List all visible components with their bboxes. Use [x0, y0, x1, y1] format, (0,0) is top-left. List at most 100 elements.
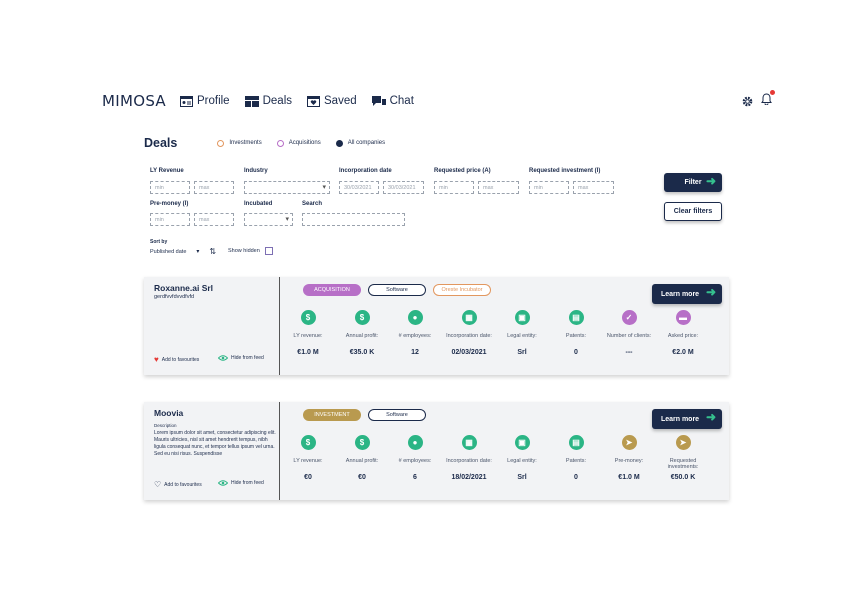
company-subtitle: gerdfvvfdvvdfvfd: [154, 294, 195, 300]
ly-revenue-min-input[interactable]: min: [150, 181, 190, 194]
metric-label: Legal entity:: [507, 458, 537, 464]
metric-value: 6: [413, 474, 417, 481]
people-icon: ●: [407, 310, 423, 325]
requested-price-min-input[interactable]: min: [434, 181, 474, 194]
nav-chat[interactable]: Chat: [371, 95, 414, 107]
metric-label: Incorporation date:: [446, 458, 492, 464]
sort-select[interactable]: Published date ▾ ⇅: [150, 247, 216, 256]
pre-money-min-input[interactable]: min: [150, 213, 190, 226]
clear-filters-button[interactable]: Clear filters: [664, 202, 722, 221]
nav-saved-label: Saved: [324, 95, 357, 107]
learn-more-button[interactable]: Learn more ➜: [652, 284, 722, 304]
learn-more-button[interactable]: Learn more ➜: [652, 409, 722, 429]
incubator-tag: Oreste Incubator: [433, 284, 491, 296]
notifications[interactable]: [761, 90, 775, 110]
brand-logo[interactable]: MIMOSA: [102, 92, 166, 110]
company-name[interactable]: Roxanne.ai Srl: [154, 283, 213, 293]
incubated-select[interactable]: [244, 213, 293, 226]
requested-investment-max-input[interactable]: max: [573, 181, 614, 194]
metric-value: €2.0 M: [672, 349, 694, 356]
nav-actions: [742, 90, 775, 110]
metric-employees: ● # employees: 6: [388, 435, 442, 481]
nav-deals-label: Deals: [262, 95, 292, 107]
document-icon: ▤: [568, 310, 584, 325]
calendar-icon: ▦: [461, 310, 477, 325]
metric-label: LY revenue:: [293, 458, 323, 464]
metric-value: 0: [574, 474, 578, 481]
notification-dot: [770, 90, 775, 95]
metric-value: €0: [304, 474, 312, 481]
metric-incorporation-date: ▦ Incorporation date: 18/02/2021: [442, 435, 496, 481]
deal-card-summary: Roxanne.ai Srl gerdfvvfdvvdfvfd ♥ Add to…: [144, 277, 280, 375]
dollar-icon: $: [354, 310, 370, 325]
radio-acquisitions-label: Acquisitions: [288, 140, 321, 146]
dollar-icon: $: [354, 435, 370, 450]
handshake-icon: ✓: [621, 310, 637, 325]
metric-label: Requested investments:: [667, 458, 699, 470]
ly-revenue-label: LY Revenue: [150, 168, 184, 174]
saved-icon: [307, 95, 320, 107]
pre-money-max-input[interactable]: max: [194, 213, 234, 226]
requested-investment-min-input[interactable]: min: [529, 181, 569, 194]
nav-saved[interactable]: Saved: [307, 95, 357, 107]
deals-icon: [244, 95, 259, 107]
show-hidden-toggle[interactable]: Show hidden: [228, 247, 273, 255]
metric-label: Annual profit:: [345, 458, 379, 464]
metric-pre-money: ➤ Pre-money: €1.0 M: [602, 435, 656, 481]
radio-checked-icon: [335, 139, 343, 147]
metric-label: Asked price:: [667, 333, 699, 339]
radio-acquisitions[interactable]: Acquisitions: [276, 139, 321, 147]
building-icon: ▣: [514, 435, 530, 450]
deal-card-summary: Moovia Description Lorem ipsum dolor sit…: [144, 402, 280, 500]
metric-employees: ● # employees: 12: [388, 310, 442, 356]
add-to-favourites[interactable]: ♡ Add to favourites: [154, 480, 202, 489]
filter-button[interactable]: Filter ➜: [664, 173, 722, 192]
incorporation-date-from-input[interactable]: 30/03/2021: [339, 181, 379, 194]
show-hidden-checkbox[interactable]: [264, 247, 273, 255]
metric-value: €35.0 K: [349, 349, 375, 356]
company-description: Lorem ipsum dolor sit amet, consectetur …: [154, 430, 276, 457]
deal-card: Roxanne.ai Srl gerdfvvfdvvdfvfd ♥ Add to…: [144, 277, 729, 375]
metric-ly-revenue: $ LY revenue: €1.0 M: [281, 310, 335, 356]
metric-incorporation-date: ▦ Incorporation date: 02/03/2021: [442, 310, 496, 356]
radio-all-companies[interactable]: All companies: [335, 139, 385, 147]
nav-profile[interactable]: Profile: [179, 95, 230, 107]
requested-price-max-input[interactable]: max: [478, 181, 519, 194]
profile-icon: [179, 95, 193, 107]
metric-asked-price: ▬ Asked price: €2.0 M: [656, 310, 710, 356]
add-to-favourites[interactable]: ♥ Add to favourites: [154, 355, 199, 364]
card-icon: ▬: [675, 310, 691, 325]
type-tag: INVESTMENT: [303, 409, 361, 421]
chat-icon: [371, 95, 386, 106]
metric-value: 0: [574, 349, 578, 356]
hide-from-feed[interactable]: Hide from feed: [218, 355, 264, 361]
learn-more-label: Learn more: [660, 290, 700, 298]
rocket-icon: ➤: [675, 435, 691, 450]
ly-revenue-max-input[interactable]: max: [194, 181, 234, 194]
incorporation-date-to-input[interactable]: 30/03/2021: [383, 181, 424, 194]
nav-deals[interactable]: Deals: [244, 95, 292, 107]
industry-select[interactable]: [244, 181, 330, 194]
sort-order-icon[interactable]: ⇅: [209, 247, 216, 256]
metric-value: 18/02/2021: [451, 474, 487, 481]
industry-tag: Software: [368, 409, 426, 421]
metric-legal-entity: ▣ Legal entity: Srl: [495, 435, 549, 481]
metric-clients: ✓ Number of clients: ---: [602, 310, 656, 356]
hide-from-feed[interactable]: Hide from feed: [218, 480, 264, 486]
page-title: Deals: [144, 136, 178, 150]
search-input[interactable]: [302, 213, 405, 226]
metric-requested-investments: ➤ Requested investments: €50.0 K: [656, 435, 710, 481]
people-icon: ●: [407, 435, 423, 450]
pre-money-label: Pre-money (I): [150, 201, 189, 207]
company-name[interactable]: Moovia: [154, 408, 183, 418]
radio-investments[interactable]: Investments: [217, 139, 262, 147]
description-label: Description: [154, 423, 177, 428]
arrow-right-icon: ➜: [705, 285, 716, 299]
metric-ly-revenue: $ LY revenue: €0: [281, 435, 335, 481]
metric-annual-profit: $ Annual profit: €0: [335, 435, 389, 481]
arrow-right-icon: ➜: [705, 174, 716, 188]
dollar-icon: $: [300, 310, 316, 325]
eye-icon: [218, 355, 228, 361]
settings-gear-icon[interactable]: [742, 96, 753, 107]
metric-label: Legal entity:: [507, 333, 537, 339]
